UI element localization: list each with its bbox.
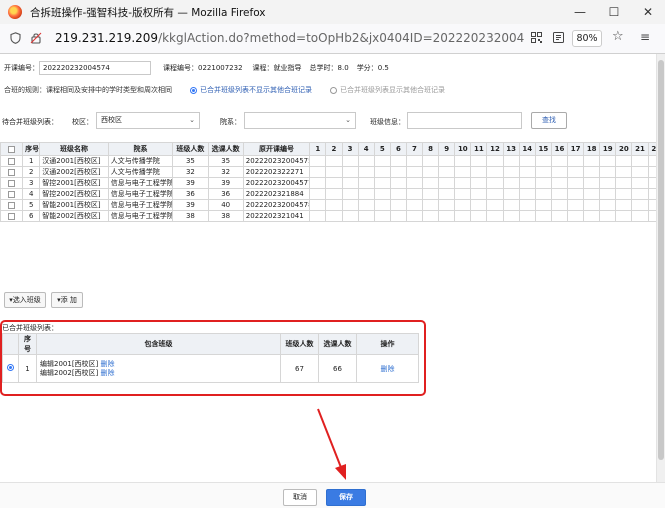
cancel-button[interactable]: 取消 xyxy=(283,489,317,506)
vertical-scrollbar[interactable] xyxy=(656,54,665,482)
save-button[interactable]: 保存 xyxy=(326,489,366,506)
scrollbar-thumb[interactable] xyxy=(658,60,664,460)
dialog-footer: 取消 保存 xyxy=(0,482,665,508)
red-arrow-icon xyxy=(317,408,346,480)
